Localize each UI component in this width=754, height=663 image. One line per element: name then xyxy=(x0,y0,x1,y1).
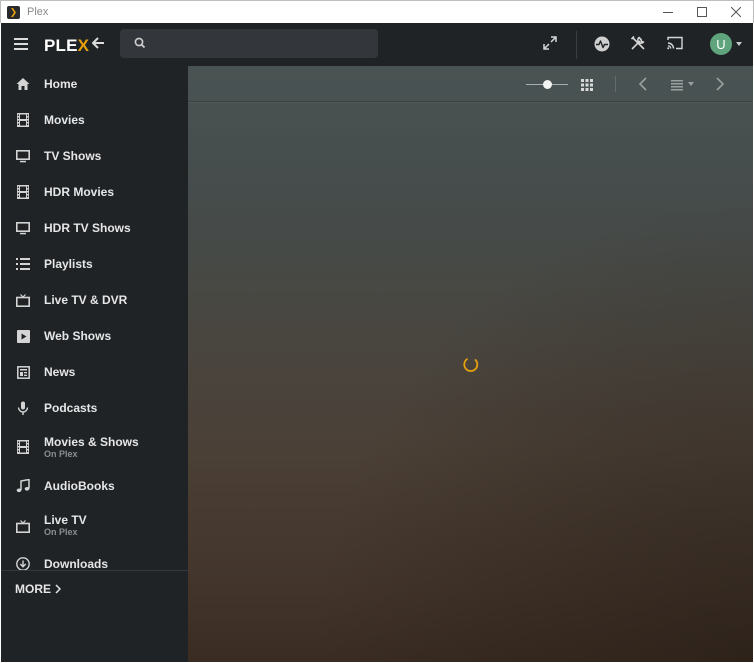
sidebar-item-live-tv-on-plex[interactable]: Live TV On Plex xyxy=(1,504,188,546)
sidebar-item-label: Web Shows xyxy=(44,329,112,343)
sidebar-item-label: Movies xyxy=(44,113,85,127)
tv-icon xyxy=(15,518,31,534)
sidebar-item-label: Podcasts xyxy=(44,401,98,415)
sidebar-item-label: Live TV xyxy=(44,512,87,527)
sidebar: Home Movies TV Shows HDR Movies HDR TV S… xyxy=(1,66,188,662)
main-content xyxy=(188,66,753,662)
logo-text: PLE xyxy=(44,36,78,55)
more-label: MORE xyxy=(15,582,51,596)
grid-view-icon xyxy=(581,79,593,91)
previous-button[interactable] xyxy=(638,77,647,96)
monitor-icon xyxy=(15,148,31,164)
sidebar-item-label: AudioBooks xyxy=(44,479,115,493)
microphone-icon xyxy=(15,400,31,416)
chevron-right-icon xyxy=(55,584,61,594)
plex-app-icon xyxy=(7,5,20,19)
sidebar-item-sublabel: On Plex xyxy=(44,526,78,537)
menu-button[interactable] xyxy=(14,37,30,51)
sidebar-item-web-shows[interactable]: Web Shows xyxy=(1,318,188,354)
window-titlebar: Plex xyxy=(0,0,754,23)
loading-spinner-icon xyxy=(462,356,480,379)
sidebar-item-news[interactable]: News xyxy=(1,354,188,390)
cast-icon xyxy=(667,36,683,50)
music-note-icon xyxy=(15,478,31,494)
poster-size-slider-handle[interactable] xyxy=(542,80,552,89)
sidebar-item-podcasts[interactable]: Podcasts xyxy=(1,390,188,426)
sidebar-item-label: Downloads xyxy=(44,557,109,571)
sidebar-item-sublabel: On Plex xyxy=(44,448,78,459)
cast-button[interactable] xyxy=(666,35,684,56)
toolbar-divider xyxy=(615,76,616,92)
topbar-divider xyxy=(576,31,577,59)
sidebar-item-movies-shows-on-plex[interactable]: Movies & Shows On Plex xyxy=(1,426,188,468)
plex-logo[interactable]: PLEX xyxy=(44,36,89,56)
sidebar-item-label: News xyxy=(44,365,76,379)
more-button[interactable]: MORE xyxy=(15,582,61,596)
maximize-icon xyxy=(697,7,707,17)
window-title: Plex xyxy=(27,6,49,18)
film-icon xyxy=(15,184,31,200)
sidebar-item-label: HDR TV Shows xyxy=(44,221,131,235)
sidebar-item-live-tv-dvr[interactable]: Live TV & DVR xyxy=(1,282,188,318)
close-icon xyxy=(731,7,741,17)
avatar-initial: U xyxy=(716,36,726,52)
close-button[interactable] xyxy=(719,1,753,23)
settings-button[interactable] xyxy=(630,35,646,56)
tv-icon xyxy=(15,292,31,308)
sidebar-item-tv-shows[interactable]: TV Shows xyxy=(1,138,188,174)
content-toolbar xyxy=(188,66,753,102)
search-icon xyxy=(134,37,146,49)
play-box-icon xyxy=(15,328,31,344)
monitor-icon xyxy=(15,220,31,236)
sidebar-item-label: TV Shows xyxy=(44,149,102,163)
chevron-left-icon xyxy=(638,77,647,91)
top-bar: PLEX U xyxy=(1,23,753,66)
back-arrow-icon xyxy=(92,37,104,49)
sidebar-item-downloads[interactable]: Downloads xyxy=(1,546,188,582)
sidebar-item-label: Movies & Shows xyxy=(44,434,139,449)
sidebar-item-label: Live TV & DVR xyxy=(44,293,128,307)
list-view-button[interactable] xyxy=(671,78,684,96)
sidebar-item-label: Home xyxy=(44,77,78,91)
chevron-down-icon[interactable] xyxy=(688,82,694,86)
next-button[interactable] xyxy=(716,77,725,96)
activity-button[interactable] xyxy=(593,35,611,58)
sidebar-item-movies[interactable]: Movies xyxy=(1,102,188,138)
fullscreen-icon xyxy=(543,36,557,50)
list-view-icon xyxy=(671,80,683,91)
back-button[interactable] xyxy=(91,36,105,55)
sidebar-item-label: Playlists xyxy=(44,257,93,271)
film-icon xyxy=(15,112,31,128)
film-icon xyxy=(15,439,31,455)
sidebar-item-home[interactable]: Home xyxy=(1,66,188,102)
sidebar-item-hdr-tv-shows[interactable]: HDR TV Shows xyxy=(1,210,188,246)
search-input[interactable] xyxy=(154,29,369,58)
home-icon xyxy=(15,76,31,92)
search-box[interactable] xyxy=(120,29,378,58)
sidebar-item-hdr-movies[interactable]: HDR Movies xyxy=(1,174,188,210)
list-icon xyxy=(15,256,31,272)
fullscreen-button[interactable] xyxy=(542,35,558,56)
minimize-icon xyxy=(663,12,673,13)
chevron-right-icon xyxy=(716,77,725,91)
chevron-down-icon[interactable] xyxy=(736,42,742,46)
grid-view-button[interactable] xyxy=(581,78,593,96)
user-avatar[interactable]: U xyxy=(710,33,732,55)
minimize-button[interactable] xyxy=(651,1,685,23)
menu-icon xyxy=(14,38,28,50)
sidebar-item-label: HDR Movies xyxy=(44,185,115,199)
sidebar-item-audiobooks[interactable]: AudioBooks xyxy=(1,468,188,504)
activity-icon xyxy=(594,36,610,52)
maximize-button[interactable] xyxy=(685,1,719,23)
newspaper-icon xyxy=(15,364,31,380)
settings-tools-icon xyxy=(630,35,645,50)
sidebar-item-playlists[interactable]: Playlists xyxy=(1,246,188,282)
logo-accent: X xyxy=(77,36,90,55)
sidebar-divider xyxy=(1,570,188,571)
plex-app: PLEX U Home Movies TV Shows HDR Movies H… xyxy=(1,23,753,662)
